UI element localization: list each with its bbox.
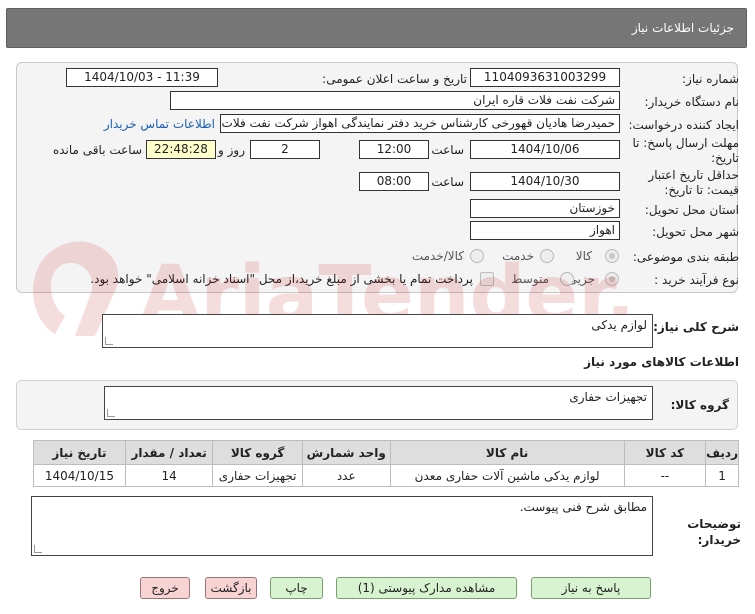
col-header-quantity: تعداد / مقدار [124,440,214,465]
province-label: استان محل تحویل: [644,203,739,217]
col-header-code: کد کالا [623,440,707,465]
table-row: 1 -- لوازم یدکی ماشین آلات حفاری معدن عد… [33,464,739,487]
resize-grip-icon[interactable] [107,409,115,417]
print-button[interactable]: چاپ [270,577,323,599]
view-attachments-button[interactable]: مشاهده مدارک پیوستی (1) [336,577,517,599]
cell-unit: عدد [301,464,391,487]
items-table: ردیف کد کالا نام کالا واحد شمارش گروه کا… [33,440,739,487]
need-number-field: 1104093631003299 [470,68,620,87]
exit-button[interactable]: خروج [140,577,190,599]
goods-group-label: گروه کالا: [670,398,729,412]
buyer-org-field: شرکت نفت فلات قاره ایران [170,91,620,110]
col-header-group: گروه کالا [212,440,303,465]
days-remaining-field: 2 [250,140,320,159]
cell-group: تجهیزات حفاری [212,464,303,487]
summary-value: لوازم یدکی [591,318,647,332]
need-number-label: شماره نیاز: [682,72,739,86]
deadline-label: مهلت ارسال پاسخ: تا [632,136,739,150]
city-field: اهواز [470,221,620,240]
col-header-unit: واحد شمارش [301,440,391,465]
category-option-service: خدمت [502,249,534,263]
process-option-medium: متوسط [511,272,549,286]
buyer-notes-label: توضیحات [687,517,741,531]
resize-grip-icon[interactable] [105,337,113,345]
process-radio-medium[interactable] [560,272,574,286]
process-radio-minor[interactable] [605,272,619,286]
validity-date-field: 1404/10/30 [470,172,620,191]
resize-grip-icon[interactable] [34,545,42,553]
validity-time-label: ساعت [431,175,464,189]
buyer-notes-label-2: خریدار: [697,533,741,547]
treasury-payment-checkbox[interactable] [480,272,494,286]
category-radio-goods[interactable] [605,249,619,263]
reply-button[interactable]: پاسخ به نیاز [531,577,651,599]
cell-name: لوازم یدکی ماشین آلات حفاری معدن [389,464,625,487]
buyer-org-label: نام دستگاه خریدار: [644,95,740,109]
summary-label: شرح کلی نیاز: [653,320,739,334]
category-option-goods: کالا [575,249,592,263]
category-radio-goods-service[interactable] [470,249,484,263]
validity-time-field: 08:00 [359,172,429,191]
cell-quantity: 14 [124,464,214,487]
min-validity-label: حداقل تاریخ اعتبار [648,168,739,182]
page-header: جزئیات اطلاعات نیاز [6,8,747,48]
province-field: خوزستان [470,199,620,218]
category-radio-service[interactable] [540,249,554,263]
goods-group-value: تجهیزات حفاری [569,390,647,404]
deadline-time-label: ساعت [431,143,464,157]
deadline-time-field: 12:00 [359,140,429,159]
summary-textarea: لوازم یدکی [102,314,653,348]
min-validity-label-date: قیمت: تا تاریخ: [664,183,739,197]
treasury-payment-note: پرداخت تمام یا بخشی از مبلغ خرید،از محل … [90,272,473,286]
buyer-notes-textarea: مطابق شرح فنی پیوست. [31,496,653,556]
remaining-time-label: ساعت باقی مانده [52,143,142,157]
col-header-row-num: ردیف [705,440,739,465]
creator-field: حمیدرضا هادیان قهورخی کارشناس خرید دفتر … [220,114,620,133]
buyer-contact-link[interactable]: اطلاعات تماس خریدار [104,117,215,131]
cell-row-num: 1 [705,464,739,487]
goods-info-title: اطلاعات کالاهای مورد نیاز [584,355,739,369]
announce-datetime-field: 1404/10/03 - 11:39 [66,68,218,87]
cell-date: 1404/10/15 [33,464,126,487]
creator-label: ایجاد کننده درخواست: [628,118,739,132]
page-title: جزئیات اطلاعات نیاز [631,21,734,35]
goods-group-textarea: تجهیزات حفاری [104,386,653,420]
table-header-row: ردیف کد کالا نام کالا واحد شمارش گروه کا… [33,440,739,465]
buyer-notes-value: مطابق شرح فنی پیوست. [519,500,647,514]
deadline-date-field: 1404/10/06 [470,140,620,159]
col-header-date: تاریخ نیاز [33,440,126,465]
days-label: روز و [218,143,245,157]
process-label: نوع فرآیند خرید : [654,273,739,287]
city-label: شهر محل تحویل: [652,225,739,239]
deadline-label-date: تاریخ: [711,151,739,165]
category-option-goods-service: کالا/خدمت [411,249,464,263]
back-button[interactable]: بازگشت [205,577,257,599]
announce-datetime-label: تاریخ و ساعت اعلان عمومی: [322,72,467,86]
category-label: طبقه بندی موضوعی: [632,250,739,264]
col-header-name: نام کالا [389,440,625,465]
cell-code: -- [623,464,707,487]
remaining-time-field: 22:48:28 [146,140,216,159]
